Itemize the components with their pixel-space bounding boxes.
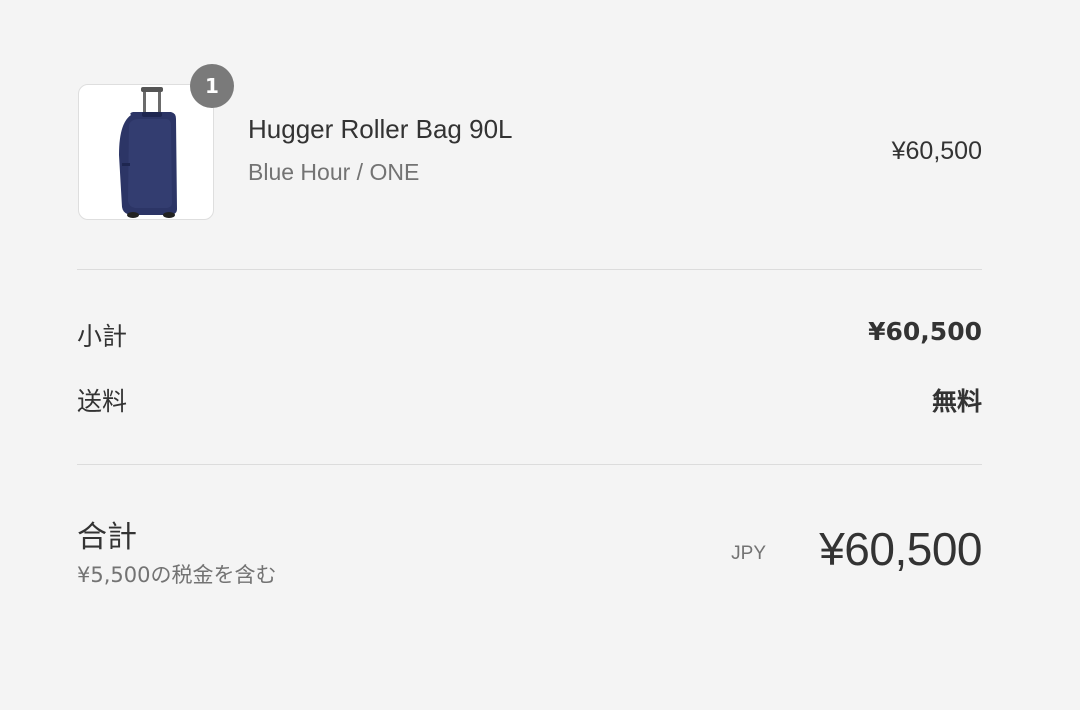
divider xyxy=(77,269,982,270)
shipping-value: 無料 xyxy=(931,387,982,416)
total-label: 合計 xyxy=(77,520,137,555)
cart-line-item: 1 Hugger Roller Bag 90L Blue Hour / ONE … xyxy=(78,64,982,220)
total-row: 合計 ¥5,500の税金を含む JPY ¥60,500 xyxy=(77,508,982,598)
subtotal-row: 小計 ¥60,500 xyxy=(77,317,982,357)
shipping-row: 送料 無料 xyxy=(77,382,982,422)
product-variant: Blue Hour / ONE xyxy=(248,159,420,185)
currency-code: JPY xyxy=(731,543,766,564)
subtotal-value: ¥60,500 xyxy=(868,317,982,346)
shipping-label: 送料 xyxy=(77,387,128,416)
tax-note: ¥5,500の税金を含む xyxy=(77,563,277,587)
subtotal-label: 小計 xyxy=(77,322,128,351)
product-name: Hugger Roller Bag 90L xyxy=(248,114,513,144)
product-thumbnail xyxy=(78,84,214,220)
divider xyxy=(77,464,982,465)
total-amount: ¥60,500 xyxy=(819,523,982,575)
roller-bag-icon xyxy=(119,87,177,218)
quantity-badge: 1 xyxy=(190,64,234,108)
product-price: ¥60,500 xyxy=(891,137,982,165)
